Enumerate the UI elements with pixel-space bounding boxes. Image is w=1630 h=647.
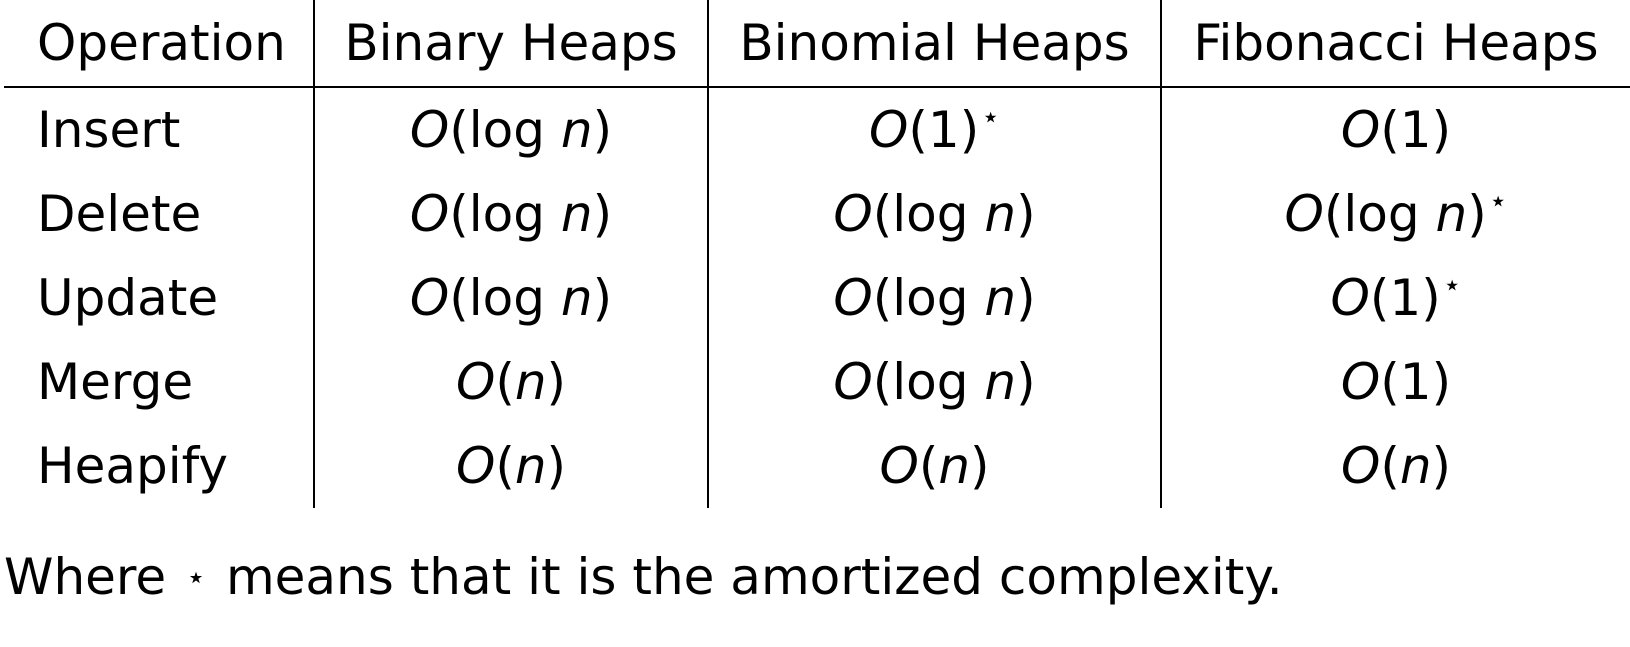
big-o-expression: O(1) <box>1340 353 1452 411</box>
big-o-expression: O(n) <box>1340 437 1452 495</box>
big-o-argument: log <box>892 185 969 243</box>
footnote-prefix: Where <box>4 548 167 606</box>
complexity-cell-fibonacci-heaps: O(log n)⋆ <box>1161 172 1630 256</box>
big-o-symbol: O <box>409 269 450 327</box>
complexity-cell-binary-heaps: O(n) <box>314 424 709 508</box>
big-o-expression: O(log n) <box>1284 185 1487 243</box>
big-o-argument: log <box>892 353 969 411</box>
complexity-cell-binary-heaps: O(log n) <box>314 87 709 172</box>
big-o-expression: O(log n) <box>833 185 1036 243</box>
header-binomial-heaps: Binomial Heaps <box>708 0 1162 88</box>
table-row: Merge O(n) O(log n) O(1) <box>4 340 1630 424</box>
table-header: Operation Binary Heaps Binomial Heaps Fi… <box>4 0 1630 88</box>
big-o-symbol: O <box>409 101 450 159</box>
table-row: Update O(log n) O(log n) O(1)⋆ <box>4 256 1630 340</box>
complexity-cell-binomial-heaps: O(n) <box>708 424 1162 508</box>
big-o-variable: n <box>938 437 971 495</box>
big-o-expression: O(n) <box>879 437 990 495</box>
big-o-expression: O(n) <box>455 353 567 411</box>
big-o-argument: log <box>892 269 969 327</box>
footnote-text: means that it is the amortized complexit… <box>225 548 1283 606</box>
big-o-expression: O(1) <box>869 101 980 159</box>
big-o-symbol: O <box>1340 101 1381 159</box>
big-o-variable: n <box>560 269 593 327</box>
complexity-cell-binomial-heaps: O(log n) <box>708 340 1162 424</box>
big-o-variable: n <box>984 185 1017 243</box>
big-o-variable: n <box>560 185 593 243</box>
big-o-variable: n <box>1399 437 1432 495</box>
complexity-table: Operation Binary Heaps Binomial Heaps Fi… <box>4 0 1630 508</box>
complexity-cell-binomial-heaps: O(log n) <box>708 172 1162 256</box>
header-operation: Operation <box>4 0 315 88</box>
operation-cell: Heapify <box>4 424 315 508</box>
operation-cell: Update <box>4 256 315 340</box>
big-o-argument: 1 <box>1389 269 1422 327</box>
big-o-variable: n <box>514 437 547 495</box>
big-o-argument: log <box>468 185 545 243</box>
complexity-cell-fibonacci-heaps: O(1) <box>1161 87 1630 172</box>
big-o-symbol: O <box>409 185 450 243</box>
big-o-symbol: O <box>1284 185 1324 243</box>
big-o-symbol: O <box>833 353 873 411</box>
complexity-cell-binary-heaps: O(log n) <box>314 172 709 256</box>
header-fibonacci-heaps: Fibonacci Heaps <box>1161 0 1630 88</box>
big-o-expression: O(n) <box>455 437 567 495</box>
header-binary-heaps: Binary Heaps <box>314 0 709 88</box>
complexity-cell-binary-heaps: O(log n) <box>314 256 709 340</box>
complexity-cell-binomial-heaps: O(log n) <box>708 256 1162 340</box>
big-o-expression: O(log n) <box>409 101 613 159</box>
big-o-symbol: O <box>1340 353 1381 411</box>
complexity-cell-binomial-heaps: O(1)⋆ <box>708 87 1162 172</box>
big-o-symbol: O <box>455 353 496 411</box>
big-o-argument: 1 <box>1399 353 1432 411</box>
table-row: Insert O(log n) O(1)⋆ O(1) <box>4 87 1630 172</box>
big-o-variable: n <box>514 353 547 411</box>
big-o-symbol: O <box>833 185 873 243</box>
big-o-variable: n <box>984 269 1017 327</box>
big-o-argument: log <box>468 101 545 159</box>
big-o-symbol: O <box>1330 269 1370 327</box>
star-icon: ⋆ <box>186 558 207 596</box>
complexity-cell-fibonacci-heaps: O(1)⋆ <box>1161 256 1630 340</box>
big-o-symbol: O <box>879 437 919 495</box>
complexity-cell-fibonacci-heaps: O(1) <box>1161 340 1630 424</box>
big-o-expression: O(log n) <box>833 269 1036 327</box>
big-o-symbol: O <box>869 101 909 159</box>
big-o-symbol: O <box>1340 437 1381 495</box>
operation-cell: Merge <box>4 340 315 424</box>
big-o-argument: 1 <box>927 101 960 159</box>
big-o-expression: O(1) <box>1340 101 1452 159</box>
header-row: Operation Binary Heaps Binomial Heaps Fi… <box>4 0 1630 88</box>
big-o-symbol: O <box>455 437 496 495</box>
big-o-argument: log <box>1343 185 1420 243</box>
star-icon: ⋆ <box>1488 184 1508 219</box>
big-o-expression: O(log n) <box>409 269 613 327</box>
big-o-expression: O(log n) <box>409 185 613 243</box>
big-o-variable: n <box>560 101 593 159</box>
footnote: Where ⋆ means that it is the amortized c… <box>4 552 1283 602</box>
complexity-cell-binary-heaps: O(n) <box>314 340 709 424</box>
table-body: Insert O(log n) O(1)⋆ O(1) Delete O(log n) O(l… <box>4 87 1630 508</box>
operation-cell: Delete <box>4 172 315 256</box>
big-o-variable: n <box>984 353 1017 411</box>
star-icon: ⋆ <box>1442 268 1462 303</box>
big-o-argument: log <box>468 269 545 327</box>
big-o-argument: 1 <box>1399 101 1432 159</box>
complexity-cell-fibonacci-heaps: O(n) <box>1161 424 1630 508</box>
big-o-symbol: O <box>833 269 873 327</box>
big-o-expression: O(1) <box>1330 269 1441 327</box>
table-row: Delete O(log n) O(log n) O(log n)⋆ <box>4 172 1630 256</box>
star-icon: ⋆ <box>981 100 1000 135</box>
big-o-variable: n <box>1435 185 1468 243</box>
operation-cell: Insert <box>4 87 315 172</box>
big-o-expression: O(log n) <box>833 353 1036 411</box>
table-row: Heapify O(n) O(n) O(n) <box>4 424 1630 508</box>
